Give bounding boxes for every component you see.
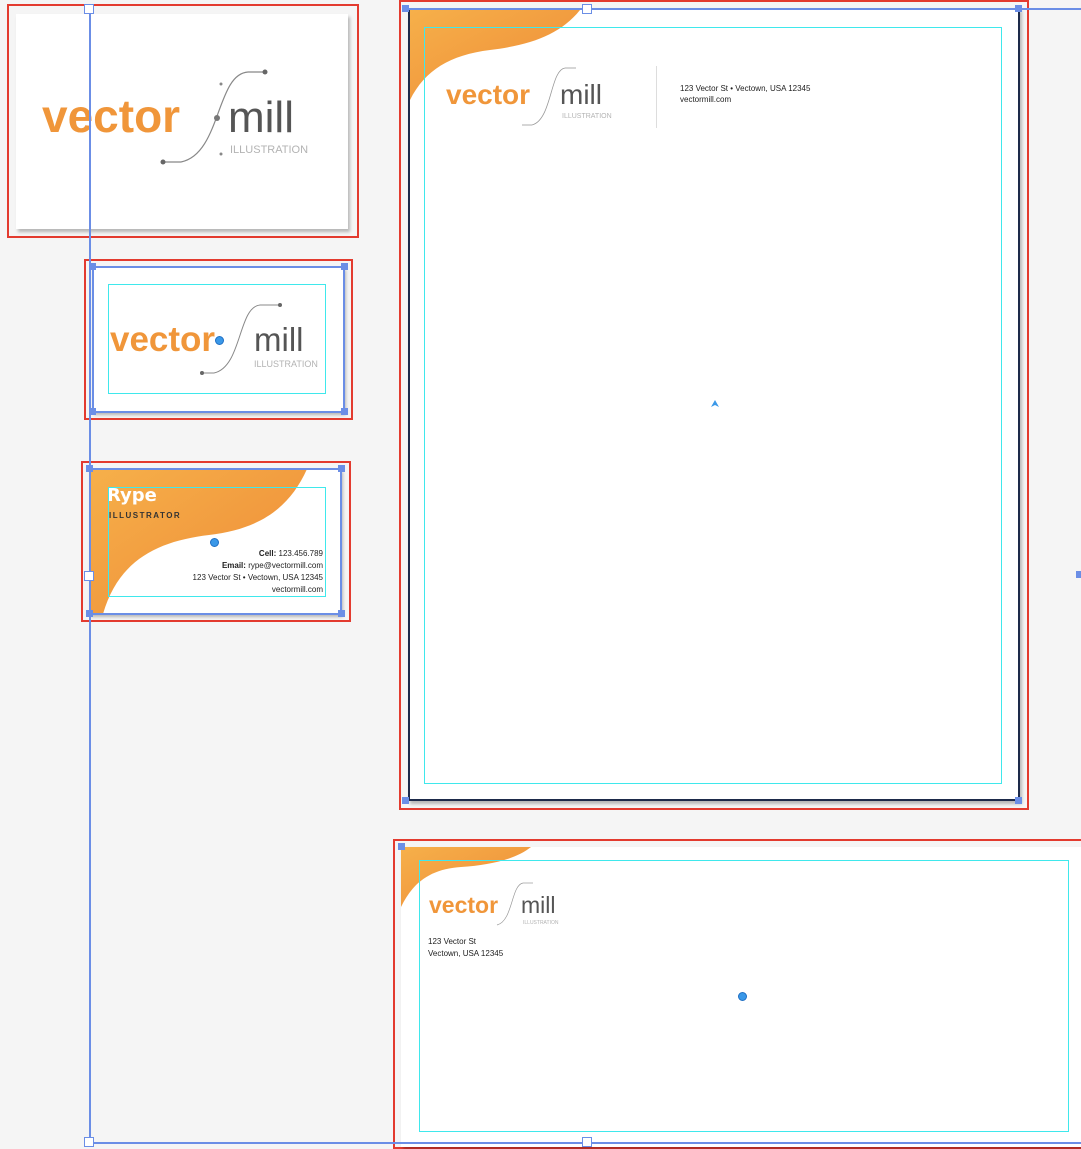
letterhead-divider — [656, 66, 657, 128]
logo-tagline: ILLUSTRATION — [562, 113, 612, 120]
card-cell-label: Cell: — [258, 549, 277, 558]
envelope-address-line2: Vectown, USA 12345 — [428, 949, 504, 958]
logo-word-mill: mill — [254, 321, 303, 358]
selection-edge — [92, 266, 94, 413]
resize-handle[interactable] — [402, 5, 409, 12]
letterhead-address: 123 Vector St • Vectown, USA 12345 — [680, 84, 811, 93]
artboard-card-front[interactable]: vector mill ILLUSTRATION — [92, 267, 344, 412]
selection-edge — [343, 266, 345, 413]
logo-word-mill: mill — [560, 79, 602, 110]
resize-handle[interactable] — [582, 1137, 592, 1147]
card-email-value: rype@vectormill.com — [248, 561, 323, 570]
resize-handle[interactable] — [341, 263, 348, 270]
resize-handle[interactable] — [84, 571, 94, 581]
logo-vectormill: vector mill ILLUSTRATION — [42, 69, 308, 165]
artboard-center-point — [210, 538, 219, 547]
artboard-center-point — [215, 336, 224, 345]
resize-handle[interactable] — [338, 610, 345, 617]
logo-word-mill: mill — [228, 93, 294, 142]
card-address: 123 Vector St • Vectown, USA 12345 — [192, 573, 323, 582]
logo-word-vector: vector — [110, 320, 215, 359]
logo-vectormill-letterhead: vector mill ILLUSTRATION — [446, 67, 612, 126]
selection-edge — [92, 266, 345, 268]
artboard-center-point — [738, 992, 747, 1001]
resize-handle[interactable] — [402, 797, 409, 804]
resize-handle[interactable] — [1015, 5, 1022, 12]
logo-word-mill: mill — [521, 892, 556, 918]
logo-word-vector: vector — [446, 79, 530, 110]
logo-word-vector: vector — [429, 892, 498, 918]
card-title: ILLUSTRATOR — [109, 511, 182, 520]
artboard-letterhead[interactable]: vector mill ILLUSTRATION 123 Vector St •… — [408, 8, 1020, 801]
artboard-envelope[interactable]: vector mill ILLUSTRATION 123 Vector St V… — [401, 847, 1081, 1147]
envelope-address-line1: 123 Vector St — [428, 937, 477, 946]
card-cell-value: 123.456.789 — [278, 549, 324, 558]
card-email: Email: rype@vectormill.com — [222, 561, 323, 570]
resize-handle[interactable] — [398, 843, 405, 850]
logo-word-vector: vector — [42, 90, 180, 142]
selection-edge — [405, 8, 1081, 10]
artboard-center-point — [711, 400, 719, 407]
resize-handle[interactable] — [1076, 571, 1081, 578]
resize-handle[interactable] — [341, 408, 348, 415]
selection-edge — [89, 613, 342, 615]
resize-handle[interactable] — [84, 1137, 94, 1147]
logo-tagline: ILLUSTRATION — [254, 359, 318, 369]
logo-tagline: ILLUSTRATION — [230, 144, 308, 156]
letterhead-website: vectormill.com — [680, 95, 732, 104]
card-name: Rype — [107, 485, 157, 506]
logo-tagline: ILLUSTRATION — [523, 920, 559, 926]
selection-edge — [89, 468, 342, 470]
selection-edge — [92, 411, 345, 413]
logo-vectormill-envelope: vector mill ILLUSTRATION — [429, 882, 559, 926]
artboard-card-back[interactable]: Rype ILLUSTRATOR Cell: 123.456.789 Email… — [89, 469, 341, 614]
resize-handle[interactable] — [338, 465, 345, 472]
selection-edge — [340, 468, 342, 615]
card-email-label: Email: — [221, 561, 246, 570]
resize-handle[interactable] — [582, 4, 592, 14]
resize-handle[interactable] — [84, 4, 94, 14]
resize-handle[interactable] — [1015, 797, 1022, 804]
artboard-logo[interactable]: vector mill ILLUSTRATION — [16, 14, 348, 229]
card-cell: Cell: 123.456.789 — [259, 549, 323, 558]
card-website: vectormill.com — [271, 585, 323, 594]
